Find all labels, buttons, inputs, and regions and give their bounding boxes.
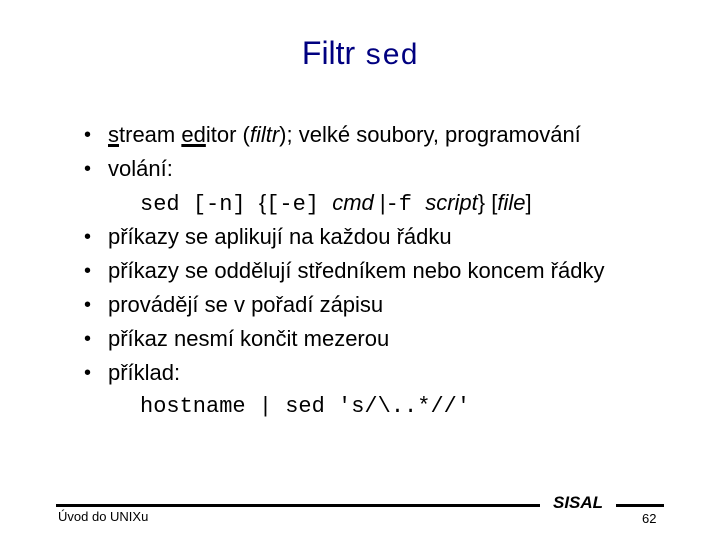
syntax-line: sed [-n] {[-e] cmd |-f script} [file] [140,190,532,217]
bullet-text: volání: [108,156,173,181]
example-code: hostname | sed 's/\..*//' [140,394,471,419]
bullet-icon: • [84,260,92,282]
bullet-text: příkazy se oddělují středníkem nebo konc… [108,258,605,283]
slide-title: Filtr sed [0,33,720,77]
bullet-icon: • [84,158,92,180]
bullet-icon: • [84,362,92,384]
footer-divider-right [616,504,664,507]
footer-brand: SISAL [553,493,604,512]
bullet-icon: • [84,294,92,316]
bullet-text: příkaz nesmí končit mezerou [108,326,390,351]
bullet-icon: • [84,226,92,248]
footer-course-title: Úvod do UNIXu [58,509,149,524]
bullet-invocation: • volání: [84,152,704,186]
bullet-text: příklad: [108,360,181,385]
bullet-text: stream editor (filtr); velké soubory, pr… [108,122,581,147]
bullet-icon: • [84,328,92,350]
bullet-item: • příkazy se aplikují na každou řádku [84,220,704,254]
bullet-stream-editor: • stream editor (filtr); velké soubory, … [84,118,704,152]
bullet-icon: • [84,124,92,146]
bullet-item: • provádějí se v pořadí zápisu [84,288,704,322]
example-line: hostname | sed 's/\..*//' [84,390,704,424]
bullet-item: • příkazy se oddělují středníkem nebo ko… [84,254,704,288]
bullet-item: • příklad: [84,356,704,390]
bullet-text: příkazy se aplikují na každou řádku [108,224,452,249]
title-text: Filtr [301,35,365,71]
footer-divider-left [56,504,540,507]
bullet-list: • stream editor (filtr); velké soubory, … [84,118,704,424]
bullet-text: provádějí se v pořadí zápisu [108,292,384,317]
bullet-item: • příkaz nesmí končit mezerou [84,322,704,356]
title-code: sed [364,40,419,74]
footer-page-number: 62 [642,511,657,526]
